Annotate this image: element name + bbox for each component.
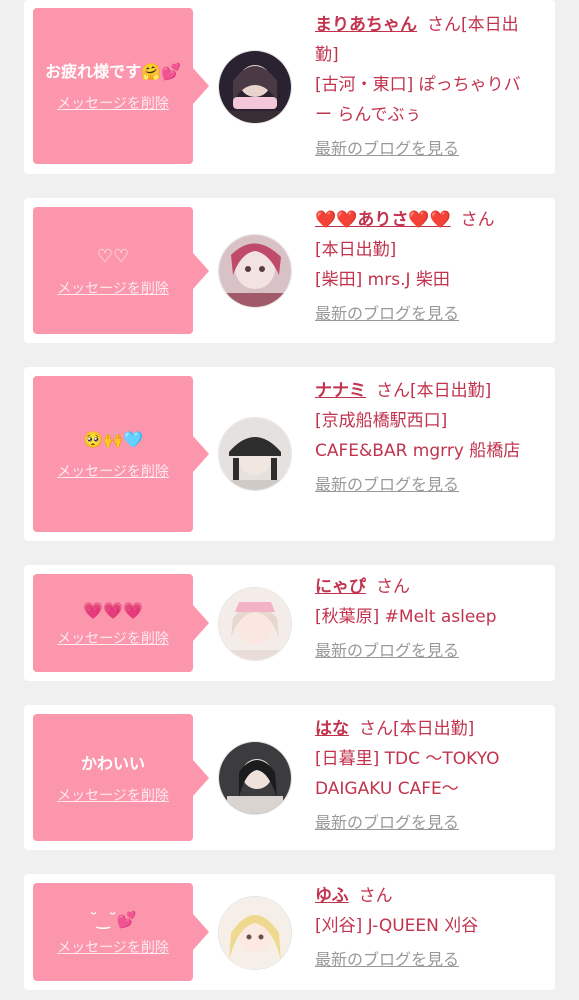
message-bubble: 🥺🙌🩵 メッセージを削除 <box>33 376 209 532</box>
sender-name-link[interactable]: ❤️❤️ありさ❤️❤️ <box>315 210 451 230</box>
honorific: さん <box>376 381 410 401</box>
sender-name-link[interactable]: ナナミ <box>315 381 366 401</box>
profile-photo-icon <box>219 51 291 123</box>
shop-name: [柴田] mrs.J 柴田 <box>315 270 450 290</box>
latest-blog-link[interactable]: 最新のブログを見る <box>315 947 537 973</box>
message-bubble: 💗💗💗 メッセージを削除 <box>33 574 209 672</box>
honorific: さん <box>358 886 393 906</box>
latest-blog-link[interactable]: 最新のブログを見る <box>315 472 537 498</box>
profile-photo-icon <box>219 742 291 814</box>
message-bubble: ˘ ͜ ˘💕 メッセージを削除 <box>33 883 209 981</box>
sender-info: まりあちゃん さん[本日出勤] [古河・東口] ぽっちゃりバー らんでぶぅ 最新の… <box>315 10 537 162</box>
message-list: お疲れ様です🤗💕 メッセージを削除 まりあちゃん さん[本日出勤] [古河・東口]… <box>0 0 579 1000</box>
profile-photo-icon <box>219 235 291 307</box>
delete-message-link[interactable]: メッセージを削除 <box>57 93 169 113</box>
message-card: ♡♡ メッセージを削除 ❤️❤️ありさ❤️❤️ さん [本日出勤] [柴田] mr… <box>24 198 555 343</box>
latest-blog-link[interactable]: 最新のブログを見る <box>315 810 537 836</box>
latest-blog-link[interactable]: 最新のブログを見る <box>315 301 537 327</box>
profile-photo-icon <box>219 588 291 660</box>
sender-name-link[interactable]: まりあちゃん <box>315 15 417 35</box>
honorific: さん <box>359 719 393 739</box>
honorific: さん <box>460 210 495 230</box>
shop-name: [古河・東口] ぽっちゃりバー らんでぶぅ <box>315 75 521 125</box>
honorific: さん <box>427 15 461 35</box>
message-text: ♡♡ <box>96 245 130 267</box>
avatar[interactable] <box>218 417 292 491</box>
message-bubble: お疲れ様です🤗💕 メッセージを削除 <box>33 8 209 164</box>
message-bubble: ♡♡ メッセージを削除 <box>33 207 209 334</box>
message-card: お疲れ様です🤗💕 メッセージを削除 まりあちゃん さん[本日出勤] [古河・東口]… <box>24 0 555 174</box>
message-text: 🥺🙌🩵 <box>83 430 143 449</box>
message-card: 💗💗💗 メッセージを削除 にゃぴ さん [秋葉原] #Melt asleep 最新… <box>24 565 555 681</box>
avatar[interactable] <box>218 50 292 124</box>
avatar[interactable] <box>218 896 292 970</box>
sender-info: にゃぴ さん [秋葉原] #Melt asleep 最新のブログを見る <box>315 572 537 664</box>
latest-blog-link[interactable]: 最新のブログを見る <box>315 638 537 664</box>
sender-name-link[interactable]: ゆふ <box>315 886 349 906</box>
delete-message-link[interactable]: メッセージを削除 <box>57 628 169 648</box>
sender-info: ❤️❤️ありさ❤️❤️ さん [本日出勤] [柴田] mrs.J 柴田 最新のブロ… <box>315 205 537 327</box>
avatar[interactable] <box>218 587 292 661</box>
avatar[interactable] <box>218 234 292 308</box>
work-status: [本日出勤] <box>393 719 475 739</box>
sender-info: ナナミ さん[本日出勤] [京成船橋駅西口] CAFE&BAR mgrry 船橋店… <box>315 376 537 498</box>
profile-photo-icon <box>219 418 291 490</box>
delete-message-link[interactable]: メッセージを削除 <box>57 785 169 805</box>
sender-info: はな さん[本日出勤] [日暮里] TDC 〜TOKYO DAIGAKU CAFE… <box>315 714 537 836</box>
avatar[interactable] <box>218 741 292 815</box>
work-status: [本日出勤] <box>410 381 492 401</box>
message-text: 💗💗💗 <box>83 601 143 620</box>
shop-name: [秋葉原] #Melt asleep <box>315 607 497 627</box>
message-text: かわいい <box>80 753 145 773</box>
message-card: 🥺🙌🩵 メッセージを削除 ナナミ さん[本日出勤] [京成船橋駅西口] CAFE&… <box>24 367 555 541</box>
message-text: ˘ ͜ ˘💕 <box>89 910 137 929</box>
shop-name: [日暮里] TDC 〜TOKYO DAIGAKU CAFE〜 <box>315 749 500 799</box>
sender-name-link[interactable]: にゃぴ <box>315 577 366 597</box>
honorific: さん <box>376 577 410 597</box>
delete-message-link[interactable]: メッセージを削除 <box>57 278 169 298</box>
work-status: [本日出勤] <box>315 240 397 260</box>
sender-info: ゆふ さん [刈谷] J-QUEEN 刈谷 最新のブログを見る <box>315 881 537 973</box>
message-card: かわいい メッセージを削除 はな さん[本日出勤] [日暮里] TDC 〜TOKY… <box>24 705 555 850</box>
sender-name-link[interactable]: はな <box>315 719 349 739</box>
message-bubble: かわいい メッセージを削除 <box>33 714 209 841</box>
delete-message-link[interactable]: メッセージを削除 <box>57 937 169 957</box>
shop-name: [刈谷] J-QUEEN 刈谷 <box>315 916 479 936</box>
shop-name: [京成船橋駅西口] CAFE&BAR mgrry 船橋店 <box>315 411 521 461</box>
delete-message-link[interactable]: メッセージを削除 <box>57 461 169 481</box>
profile-photo-icon <box>219 897 291 969</box>
message-card: ˘ ͜ ˘💕 メッセージを削除 ゆふ さん [刈谷] J-QUEEN 刈谷 最新の… <box>24 874 555 990</box>
message-text: お疲れ様です🤗💕 <box>45 62 181 81</box>
latest-blog-link[interactable]: 最新のブログを見る <box>315 136 537 162</box>
